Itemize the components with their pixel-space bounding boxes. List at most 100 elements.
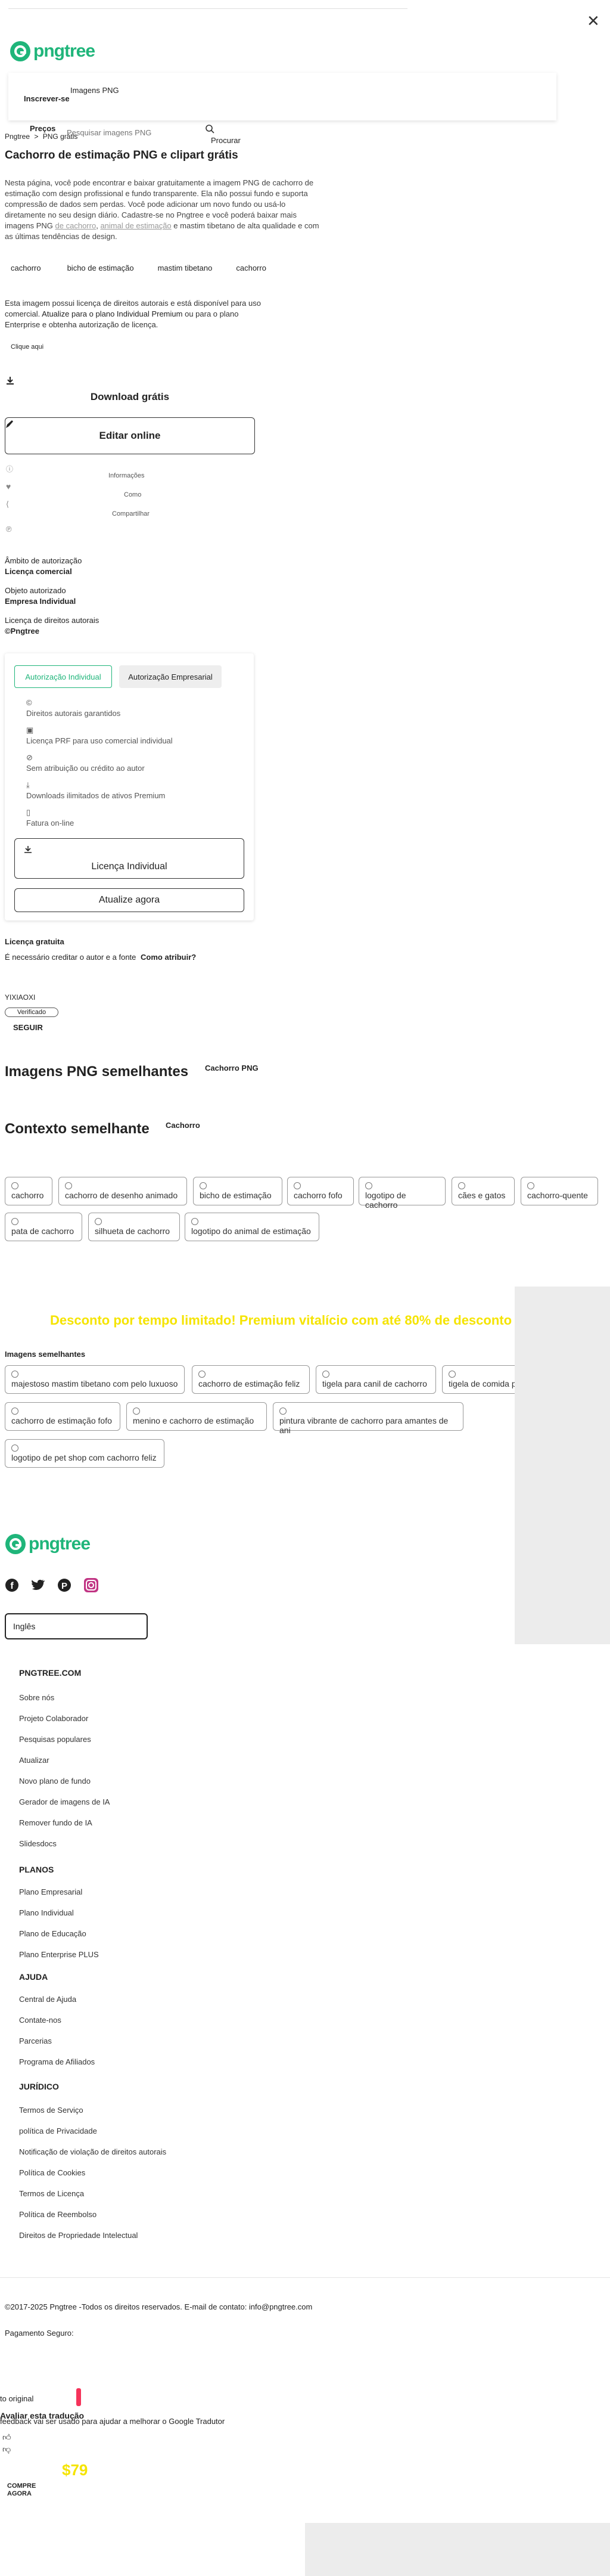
tag-chip[interactable]: mastim tibetano: [154, 262, 216, 274]
context-chip[interactable]: cães e gatos: [452, 1177, 515, 1205]
header-logo[interactable]: pngtree: [10, 39, 95, 63]
thumbs-up-icon[interactable]: 👍︎: [2, 2432, 11, 2442]
footer-link[interactable]: Programa de Afiliados: [19, 2057, 95, 2066]
context-chip[interactable]: bicho de estimação: [193, 1177, 282, 1205]
language-select[interactable]: Inglês: [5, 1613, 148, 1639]
footer-link[interactable]: Slidesdocs: [19, 1839, 57, 1848]
download-free-button[interactable]: Download grátis: [5, 386, 255, 408]
facebook-icon[interactable]: f: [5, 1578, 19, 1592]
click-here-link[interactable]: Clique aqui: [11, 343, 43, 351]
author-name[interactable]: YIXIAOXI: [5, 993, 35, 1002]
footer-link[interactable]: Termos de Serviço: [19, 2106, 83, 2115]
context-chip[interactable]: cachorro-quente: [521, 1177, 598, 1205]
context-chip[interactable]: cachorro fofo: [287, 1177, 354, 1205]
context-chip[interactable]: cachorro de desenho animado: [58, 1177, 187, 1205]
license-info: Âmbito de autorização Licença comercial …: [5, 556, 99, 637]
footer-link[interactable]: Plano Empresarial: [19, 1887, 82, 1896]
close-icon[interactable]: ✕: [587, 12, 600, 30]
context-chip[interactable]: silhueta de cachorro: [88, 1213, 180, 1241]
tab-enterprise[interactable]: Autorização Empresarial: [119, 665, 222, 688]
follow-button[interactable]: SEGUIR: [13, 1023, 43, 1032]
footer-link[interactable]: Plano Enterprise PLUS: [19, 1950, 99, 1959]
footer-link[interactable]: Novo plano de fundo: [19, 1777, 91, 1785]
footer-link[interactable]: Política de Reembolso: [19, 2210, 97, 2219]
breadcrumb-home[interactable]: Pngtree: [5, 132, 30, 141]
footer-link[interactable]: Sobre nós: [19, 1693, 54, 1702]
info-label[interactable]: Informações: [108, 472, 145, 479]
tag-chip[interactable]: cachorro: [232, 262, 270, 274]
link-dog[interactable]: de cachorro: [55, 221, 97, 230]
similar-png-tag[interactable]: Cachorro PNG: [205, 1064, 259, 1072]
individual-license-button[interactable]: Licença Individual: [14, 838, 244, 879]
like-label[interactable]: Como: [124, 491, 141, 498]
buy-now-button[interactable]: COMPRE AGORA: [7, 2482, 49, 2498]
context-chip[interactable]: cachorro: [5, 1177, 52, 1205]
top-divider: [8, 8, 407, 9]
info-icon: ⓘ: [6, 465, 14, 473]
object-value: Empresa Individual: [5, 597, 76, 606]
tag-chip[interactable]: bicho de estimação: [64, 262, 138, 274]
license-notice: Esta imagem possui licença de direitos a…: [5, 299, 261, 329]
how-to-attribute-link[interactable]: Como atribuir?: [141, 953, 196, 962]
share-icon[interactable]: ⟨: [6, 500, 9, 509]
search-icon: [11, 1218, 18, 1225]
footer-link[interactable]: Plano Individual: [19, 1908, 74, 1917]
upgrade-individual-link[interactable]: Atualize para o plano Individual Premium: [42, 309, 182, 318]
similar-chip[interactable]: tigela de comida p: [442, 1365, 515, 1394]
context-chip[interactable]: logotipo de cachorro: [359, 1177, 446, 1210]
link-pet[interactable]: animal de estimação: [100, 221, 171, 230]
heart-icon[interactable]: ♥: [6, 482, 11, 491]
bottom-gray-block: [305, 2523, 610, 2576]
share-label[interactable]: Compartilhar: [112, 510, 150, 517]
prices-link[interactable]: Preços: [30, 124, 55, 133]
footer-link[interactable]: política de Privacidade: [19, 2126, 97, 2135]
edit-online-button[interactable]: Editar online: [5, 417, 255, 454]
footer-logo[interactable]: pngtree: [5, 1533, 91, 1555]
similar-chip[interactable]: menino e cachorro de estimação: [126, 1402, 267, 1431]
footer-link[interactable]: Central de Ajuda: [19, 1995, 76, 2004]
footer-link[interactable]: Notificação de violação de direitos auto…: [19, 2147, 166, 2156]
similar-images-title: Imagens semelhantes: [5, 1350, 86, 1359]
footer-link[interactable]: Termos de Licença: [19, 2189, 84, 2198]
search-icon: [365, 1182, 372, 1189]
menu-png-images[interactable]: Imagens PNG: [70, 86, 119, 95]
search-icon: [279, 1408, 287, 1415]
footer-link[interactable]: Pesquisas populares: [19, 1735, 91, 1744]
footer-link[interactable]: Projeto Colaborador: [19, 1714, 88, 1723]
tag-chip[interactable]: cachorro: [5, 262, 47, 274]
footer-section-title: PNGTREE.COM: [19, 1668, 82, 1678]
invoice-icon: ▯: [26, 808, 31, 817]
thumbs-down-icon[interactable]: 👎︎: [2, 2444, 11, 2454]
footer-link[interactable]: Direitos de Propriedade Intelectual: [19, 2231, 138, 2240]
footer-logo-text: pngtree: [29, 1534, 91, 1554]
similar-chip[interactable]: cachorro de estimação feliz: [192, 1365, 310, 1394]
footer-link[interactable]: Parcerias: [19, 2036, 52, 2045]
pinterest-small-icon[interactable]: ℗: [6, 525, 12, 534]
pinterest-icon[interactable]: P: [57, 1578, 71, 1592]
tab-individual[interactable]: Autorização Individual: [14, 665, 112, 688]
context-chip[interactable]: logotipo do animal de estimação: [185, 1213, 319, 1241]
similar-chip[interactable]: majestoso mastim tibetano com pelo luxuo…: [5, 1365, 185, 1394]
similar-context-tag[interactable]: Cachorro: [166, 1121, 200, 1130]
similar-chip[interactable]: tigela para canil de cachorro: [316, 1365, 436, 1394]
link-tibetan-mastiff[interactable]: mastim tibetano: [180, 221, 235, 230]
footer-link[interactable]: Contate-nos: [19, 2016, 61, 2025]
upgrade-now-button[interactable]: Atualize agora: [14, 888, 244, 912]
footer-divider: [0, 2277, 610, 2278]
instagram-icon[interactable]: [83, 1577, 99, 1593]
side-panel: [515, 1287, 610, 1644]
footer-link[interactable]: Plano de Educação: [19, 1929, 86, 1938]
login-link[interactable]: Inscrever-se: [24, 94, 70, 103]
footer-link[interactable]: Política de Cookies: [19, 2168, 85, 2177]
search-button[interactable]: [205, 124, 214, 135]
footer-link[interactable]: Gerador de imagens de IA: [19, 1797, 110, 1806]
similar-chip[interactable]: cachorro de estimação fofo: [5, 1402, 120, 1431]
context-chip[interactable]: pata de cachorro: [5, 1213, 82, 1241]
similar-chip[interactable]: pintura vibrante de cachorro para amante…: [273, 1402, 463, 1435]
footer-link[interactable]: Atualizar: [19, 1756, 49, 1765]
twitter-icon[interactable]: [31, 1578, 45, 1592]
search-input[interactable]: [67, 126, 204, 138]
similar-chip[interactable]: logotipo de pet shop com cachorro feliz: [5, 1439, 164, 1468]
footer-link[interactable]: Remover fundo de IA: [19, 1818, 92, 1827]
translate-original[interactable]: to original: [0, 2394, 33, 2403]
